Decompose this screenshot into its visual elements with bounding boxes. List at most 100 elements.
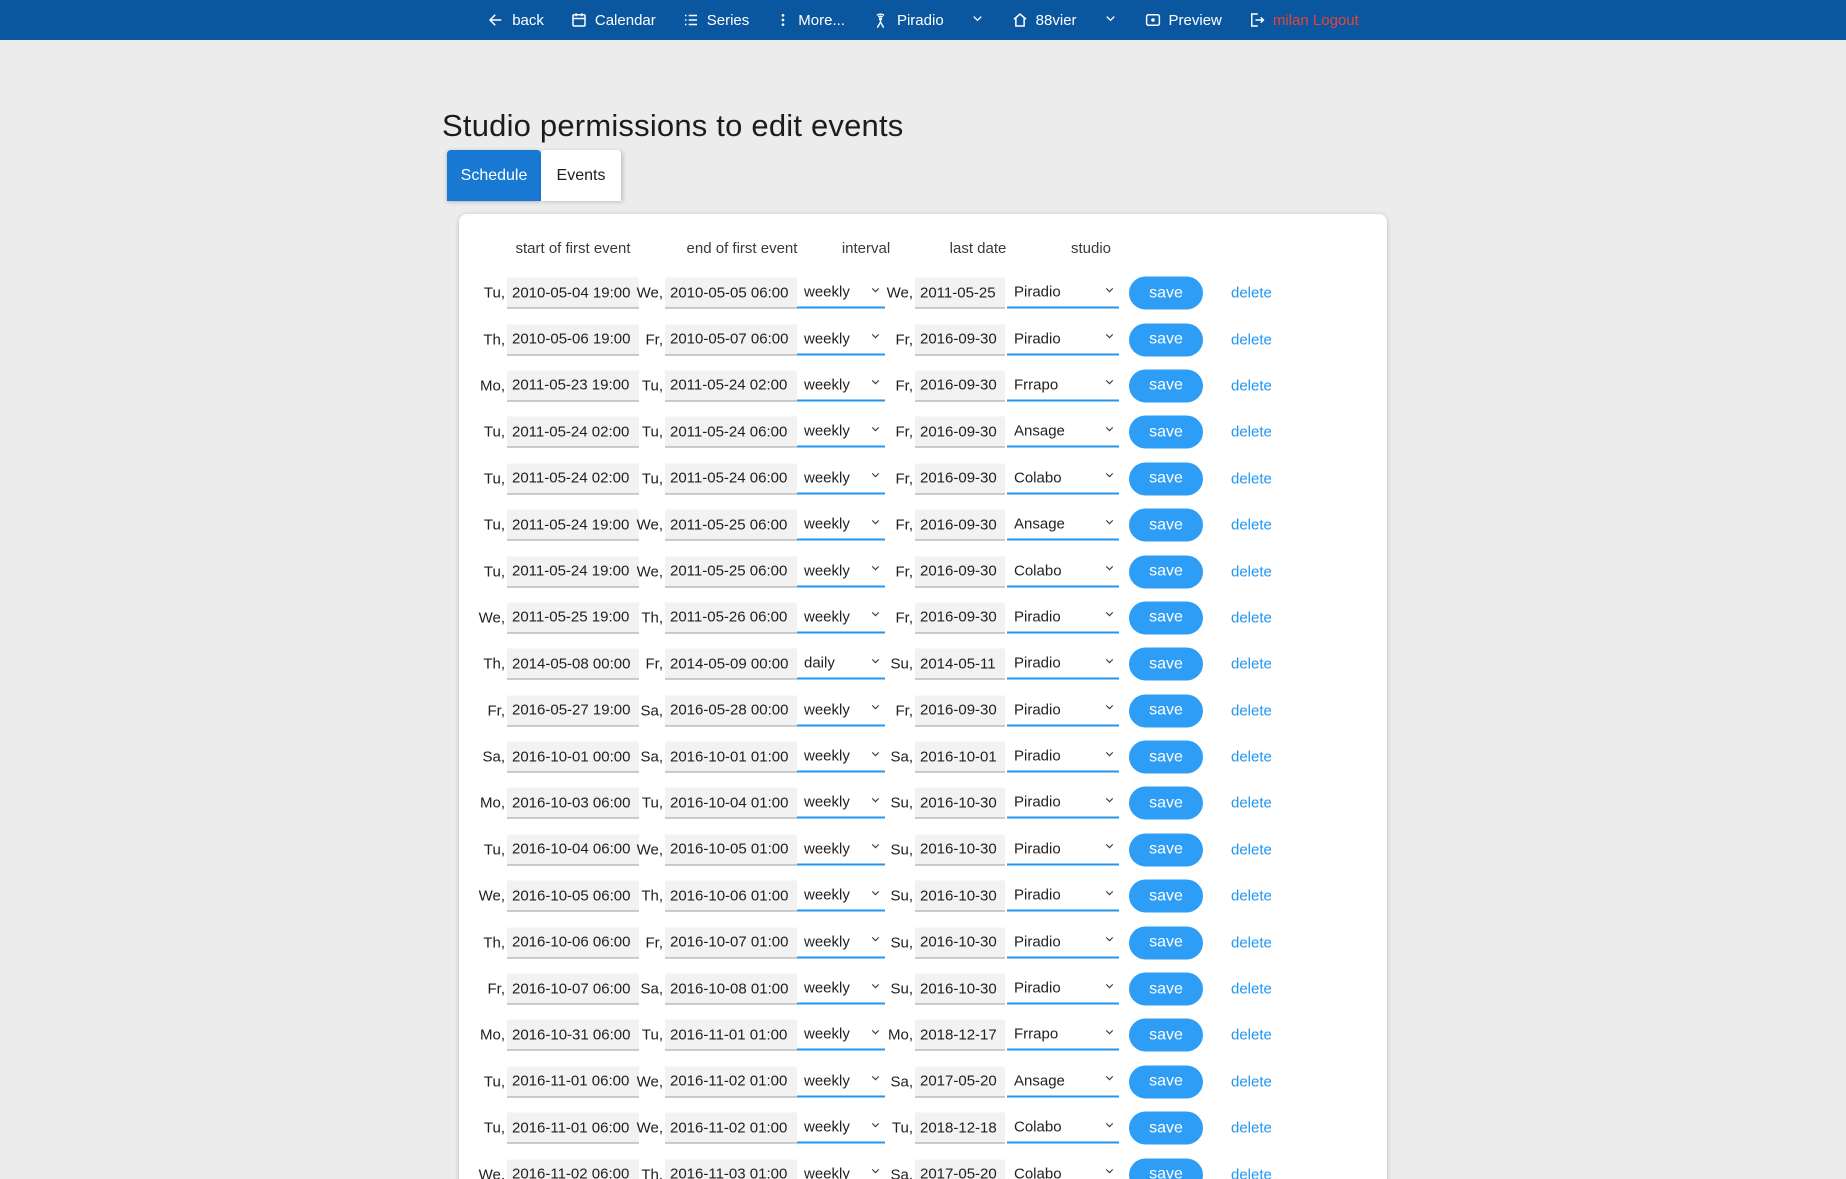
tab-schedule[interactable]: Schedule bbox=[447, 150, 541, 201]
save-button[interactable]: save bbox=[1129, 973, 1203, 1006]
last-date-input[interactable] bbox=[915, 556, 1005, 587]
save-button[interactable]: save bbox=[1129, 555, 1203, 588]
save-button[interactable]: save bbox=[1129, 1112, 1203, 1145]
last-date-input[interactable] bbox=[915, 881, 1005, 912]
last-date-input[interactable] bbox=[915, 742, 1005, 773]
station-dropdown-toggle[interactable] bbox=[1103, 11, 1118, 30]
nav-piradio[interactable]: Piradio bbox=[871, 11, 944, 30]
studio-select[interactable]: Frrapo bbox=[1007, 1020, 1119, 1049]
nav-more[interactable]: More... bbox=[775, 11, 845, 29]
studio-select[interactable]: Colabo bbox=[1007, 463, 1119, 492]
end-datetime-input[interactable] bbox=[665, 974, 797, 1005]
save-button[interactable]: save bbox=[1129, 462, 1203, 495]
end-datetime-input[interactable] bbox=[665, 370, 797, 401]
end-datetime-input[interactable] bbox=[665, 927, 797, 958]
end-datetime-input[interactable] bbox=[665, 602, 797, 633]
studio-select[interactable]: Piradio bbox=[1007, 278, 1119, 307]
end-datetime-input[interactable] bbox=[665, 1159, 797, 1179]
save-button[interactable]: save bbox=[1129, 880, 1203, 913]
end-datetime-input[interactable] bbox=[665, 1066, 797, 1097]
delete-link[interactable]: delete bbox=[1231, 517, 1272, 534]
save-button[interactable]: save bbox=[1129, 1065, 1203, 1098]
last-date-input[interactable] bbox=[915, 417, 1005, 448]
studio-select[interactable]: Ansage bbox=[1007, 510, 1119, 539]
studio-select[interactable]: Piradio bbox=[1007, 927, 1119, 956]
last-date-input[interactable] bbox=[915, 1113, 1005, 1144]
end-datetime-input[interactable] bbox=[665, 881, 797, 912]
delete-link[interactable]: delete bbox=[1231, 609, 1272, 626]
last-date-input[interactable] bbox=[915, 602, 1005, 633]
last-date-input[interactable] bbox=[915, 1020, 1005, 1051]
last-date-input[interactable] bbox=[915, 649, 1005, 680]
studio-select[interactable]: Piradio bbox=[1007, 742, 1119, 771]
delete-link[interactable]: delete bbox=[1231, 702, 1272, 719]
nav-88vier[interactable]: 88vier bbox=[1011, 11, 1077, 29]
nav-calendar[interactable]: Calendar bbox=[570, 11, 656, 29]
save-button[interactable]: save bbox=[1129, 601, 1203, 634]
save-button[interactable]: save bbox=[1129, 787, 1203, 820]
delete-link[interactable]: delete bbox=[1231, 563, 1272, 580]
studio-select[interactable]: Piradio bbox=[1007, 695, 1119, 724]
delete-link[interactable]: delete bbox=[1231, 424, 1272, 441]
save-button[interactable]: save bbox=[1129, 1158, 1203, 1179]
delete-link[interactable]: delete bbox=[1231, 981, 1272, 998]
save-button[interactable]: save bbox=[1129, 741, 1203, 774]
studio-select[interactable]: Piradio bbox=[1007, 788, 1119, 817]
studio-select[interactable]: Ansage bbox=[1007, 1066, 1119, 1095]
delete-link[interactable]: delete bbox=[1231, 1073, 1272, 1090]
last-date-input[interactable] bbox=[915, 927, 1005, 958]
last-date-input[interactable] bbox=[915, 974, 1005, 1005]
studio-select[interactable]: Ansage bbox=[1007, 417, 1119, 446]
studio-select[interactable]: Colabo bbox=[1007, 1159, 1119, 1179]
piradio-dropdown-toggle[interactable] bbox=[970, 11, 985, 30]
studio-select[interactable]: Colabo bbox=[1007, 556, 1119, 585]
save-button[interactable]: save bbox=[1129, 926, 1203, 959]
studio-select[interactable]: Piradio bbox=[1007, 649, 1119, 678]
studio-select[interactable]: Piradio bbox=[1007, 324, 1119, 353]
studio-select[interactable]: Piradio bbox=[1007, 881, 1119, 910]
save-button[interactable]: save bbox=[1129, 369, 1203, 402]
save-button[interactable]: save bbox=[1129, 509, 1203, 542]
save-button[interactable]: save bbox=[1129, 416, 1203, 449]
studio-select[interactable]: Frrapo bbox=[1007, 370, 1119, 399]
end-datetime-input[interactable] bbox=[665, 556, 797, 587]
delete-link[interactable]: delete bbox=[1231, 934, 1272, 951]
last-date-input[interactable] bbox=[915, 1066, 1005, 1097]
last-date-input[interactable] bbox=[915, 834, 1005, 865]
last-date-input[interactable] bbox=[915, 695, 1005, 726]
delete-link[interactable]: delete bbox=[1231, 1027, 1272, 1044]
save-button[interactable]: save bbox=[1129, 833, 1203, 866]
tab-events[interactable]: Events bbox=[541, 150, 621, 201]
studio-select[interactable]: Piradio bbox=[1007, 834, 1119, 863]
delete-link[interactable]: delete bbox=[1231, 470, 1272, 487]
studio-select[interactable]: Piradio bbox=[1007, 602, 1119, 631]
save-button[interactable]: save bbox=[1129, 277, 1203, 310]
save-button[interactable]: save bbox=[1129, 323, 1203, 356]
delete-link[interactable]: delete bbox=[1231, 656, 1272, 673]
delete-link[interactable]: delete bbox=[1231, 1166, 1272, 1179]
end-datetime-input[interactable] bbox=[665, 510, 797, 541]
last-date-input[interactable] bbox=[915, 1159, 1005, 1179]
end-datetime-input[interactable] bbox=[665, 324, 797, 355]
last-date-input[interactable] bbox=[915, 463, 1005, 494]
studio-select[interactable]: Piradio bbox=[1007, 974, 1119, 1003]
end-datetime-input[interactable] bbox=[665, 278, 797, 309]
save-button[interactable]: save bbox=[1129, 648, 1203, 681]
last-date-input[interactable] bbox=[915, 278, 1005, 309]
end-datetime-input[interactable] bbox=[665, 417, 797, 448]
studio-select[interactable]: Colabo bbox=[1007, 1113, 1119, 1142]
save-button[interactable]: save bbox=[1129, 1019, 1203, 1052]
end-datetime-input[interactable] bbox=[665, 788, 797, 819]
end-datetime-input[interactable] bbox=[665, 834, 797, 865]
end-datetime-input[interactable] bbox=[665, 742, 797, 773]
delete-link[interactable]: delete bbox=[1231, 1120, 1272, 1137]
save-button[interactable]: save bbox=[1129, 694, 1203, 727]
nav-preview[interactable]: Preview bbox=[1144, 11, 1222, 29]
nav-series[interactable]: Series bbox=[682, 11, 750, 29]
end-datetime-input[interactable] bbox=[665, 1113, 797, 1144]
delete-link[interactable]: delete bbox=[1231, 377, 1272, 394]
delete-link[interactable]: delete bbox=[1231, 888, 1272, 905]
last-date-input[interactable] bbox=[915, 370, 1005, 401]
delete-link[interactable]: delete bbox=[1231, 285, 1272, 302]
end-datetime-input[interactable] bbox=[665, 463, 797, 494]
